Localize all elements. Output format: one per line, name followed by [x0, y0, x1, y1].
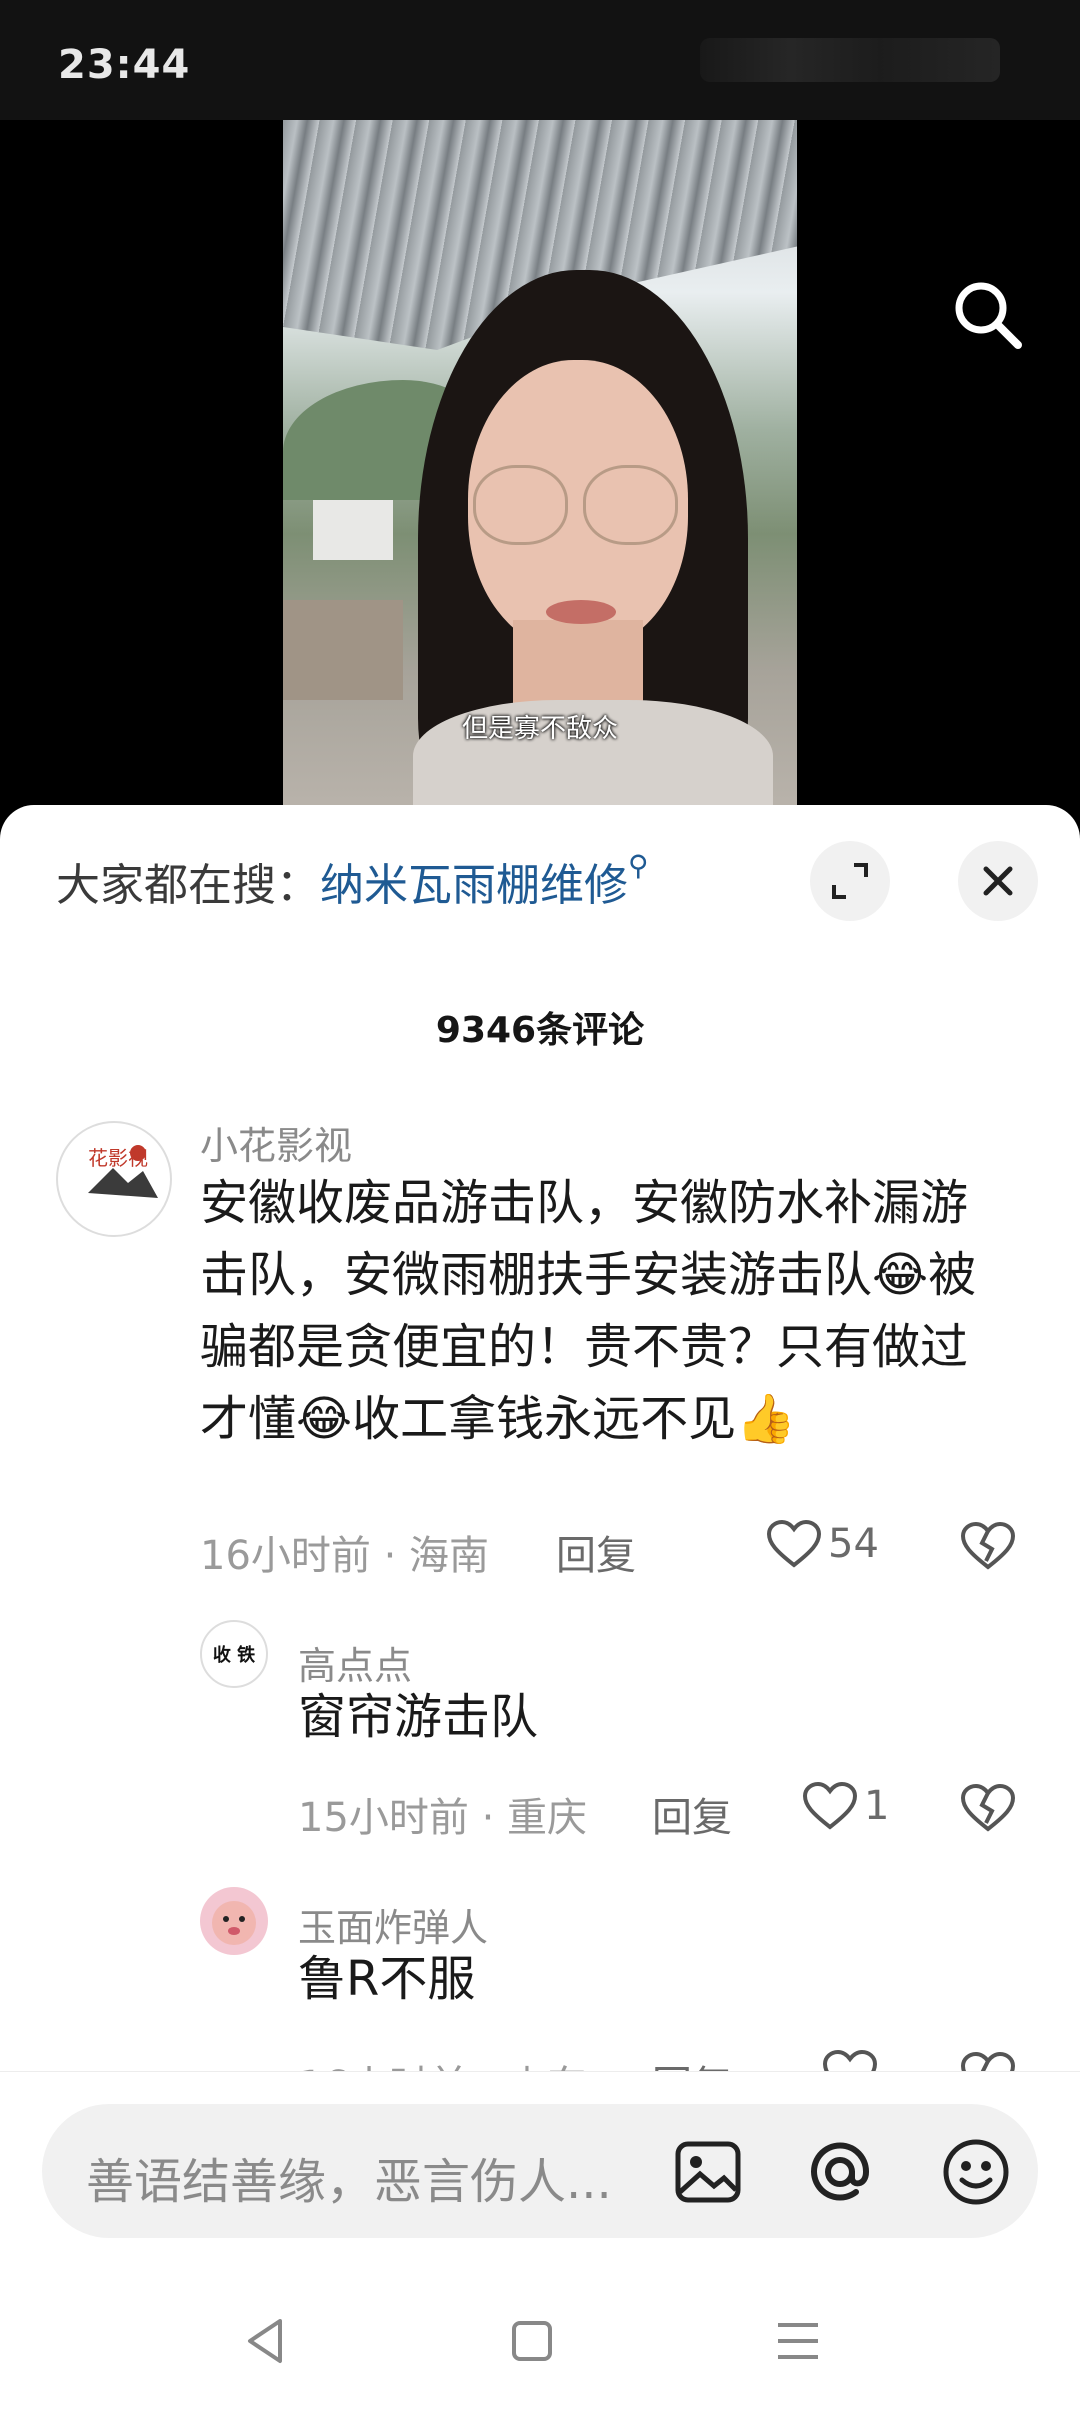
avatar[interactable]: 花影视: [56, 1121, 172, 1237]
video-player[interactable]: 但是寡不敌众: [0, 120, 1080, 810]
video-house-roof: [283, 600, 403, 700]
menu-lines-icon[interactable]: [768, 2311, 828, 2371]
avatar-text: 收 铁: [212, 1645, 256, 1666]
like-count: 1: [864, 1783, 890, 1829]
avatar[interactable]: [200, 1887, 268, 1955]
comment-text-line: 才懂😂收工拿钱永远不见👍: [200, 1391, 796, 1447]
reply-meta: 15小时前 · 重庆: [298, 1795, 588, 1841]
broken-heart-icon: [960, 1783, 1016, 1832]
video-person-lips: [546, 600, 616, 624]
comment-text: 安徽收废品游击队，安徽防水补漏游 击队，安微雨棚扶手安装游击队😂被 骗都是贪便宜…: [200, 1167, 1040, 1455]
avatar-logo-text: 花影视: [88, 1146, 148, 1170]
status-icons-blurred: [700, 38, 1000, 82]
close-button[interactable]: [958, 841, 1038, 921]
hot-search-term: 纳米瓦雨棚维修: [320, 860, 628, 911]
hot-search: 大家都在搜：纳米瓦雨棚维修⚲: [56, 849, 649, 913]
expand-icon: [832, 863, 868, 899]
like-button[interactable]: 54: [766, 1519, 879, 1569]
video-glasses-left: [473, 465, 568, 545]
expand-button[interactable]: [810, 841, 890, 921]
video-glasses-right: [583, 465, 678, 545]
comment-input-bar: 善语结善缘，恶言伤人...: [0, 2071, 1080, 2271]
reply-text: 鲁R不服: [298, 1951, 476, 2007]
comment-text-line: 安徽收废品游击队，安徽防水补漏游: [200, 1175, 969, 1231]
comment-text-line: 击队，安微雨棚扶手安装游击队😂被: [200, 1247, 977, 1303]
reply-button[interactable]: 回复: [652, 1785, 732, 1843]
video-house: [313, 500, 393, 560]
at-icon[interactable]: [800, 2132, 880, 2212]
search-icon[interactable]: [948, 275, 1028, 355]
avatar[interactable]: 收 铁: [200, 1620, 268, 1688]
broken-heart-icon: [960, 1521, 1016, 1570]
video-frame: 但是寡不敌众: [283, 120, 797, 810]
close-icon: [983, 866, 1013, 896]
status-time: 23:44: [58, 42, 191, 88]
back-triangle-icon[interactable]: [236, 2311, 296, 2371]
heart-icon: [766, 1519, 822, 1568]
dislike-button[interactable]: [960, 1783, 1016, 1837]
comment-text-line: 骗都是贪便宜的！贵不贵？只有做过: [200, 1319, 969, 1375]
like-count: 54: [828, 1521, 879, 1567]
avatar-logo: 花影视: [88, 1145, 158, 1198]
comment-input-placeholder: 善语结善缘，恶言伤人...: [86, 2154, 612, 2210]
hot-search-term-link[interactable]: 纳米瓦雨棚维修⚲: [320, 849, 649, 911]
heart-icon: [802, 1781, 858, 1830]
avatar-image: [212, 1901, 256, 1945]
comment-count: 9346条评论: [435, 1010, 645, 1051]
video-subtitle: 但是寡不敌众: [461, 714, 618, 744]
reply-text: 窗帘游击队: [298, 1689, 539, 1745]
comment-input[interactable]: 善语结善缘，恶言伤人...: [42, 2104, 1038, 2238]
comment-author[interactable]: 小花影视: [200, 1115, 352, 1170]
comment-meta: 16小时前 · 海南: [200, 1533, 490, 1579]
dislike-button[interactable]: [960, 1521, 1016, 1575]
image-icon[interactable]: [668, 2132, 748, 2212]
home-square-icon[interactable]: [502, 2311, 562, 2371]
system-nav-bar: [0, 2271, 1080, 2412]
small-search-icon: ⚲: [628, 849, 649, 882]
like-button[interactable]: 1: [802, 1781, 889, 1831]
status-bar: 23:44: [0, 0, 1080, 120]
reply-button[interactable]: 回复: [556, 1523, 636, 1581]
comment-item: 花影视 小花影视 安徽收废品游击队，安徽防水补漏游 击队，安微雨棚扶手安装游击队…: [0, 1115, 1080, 1447]
emoji-icon[interactable]: [936, 2132, 1016, 2212]
hot-search-label: 大家都在搜：: [56, 860, 320, 911]
